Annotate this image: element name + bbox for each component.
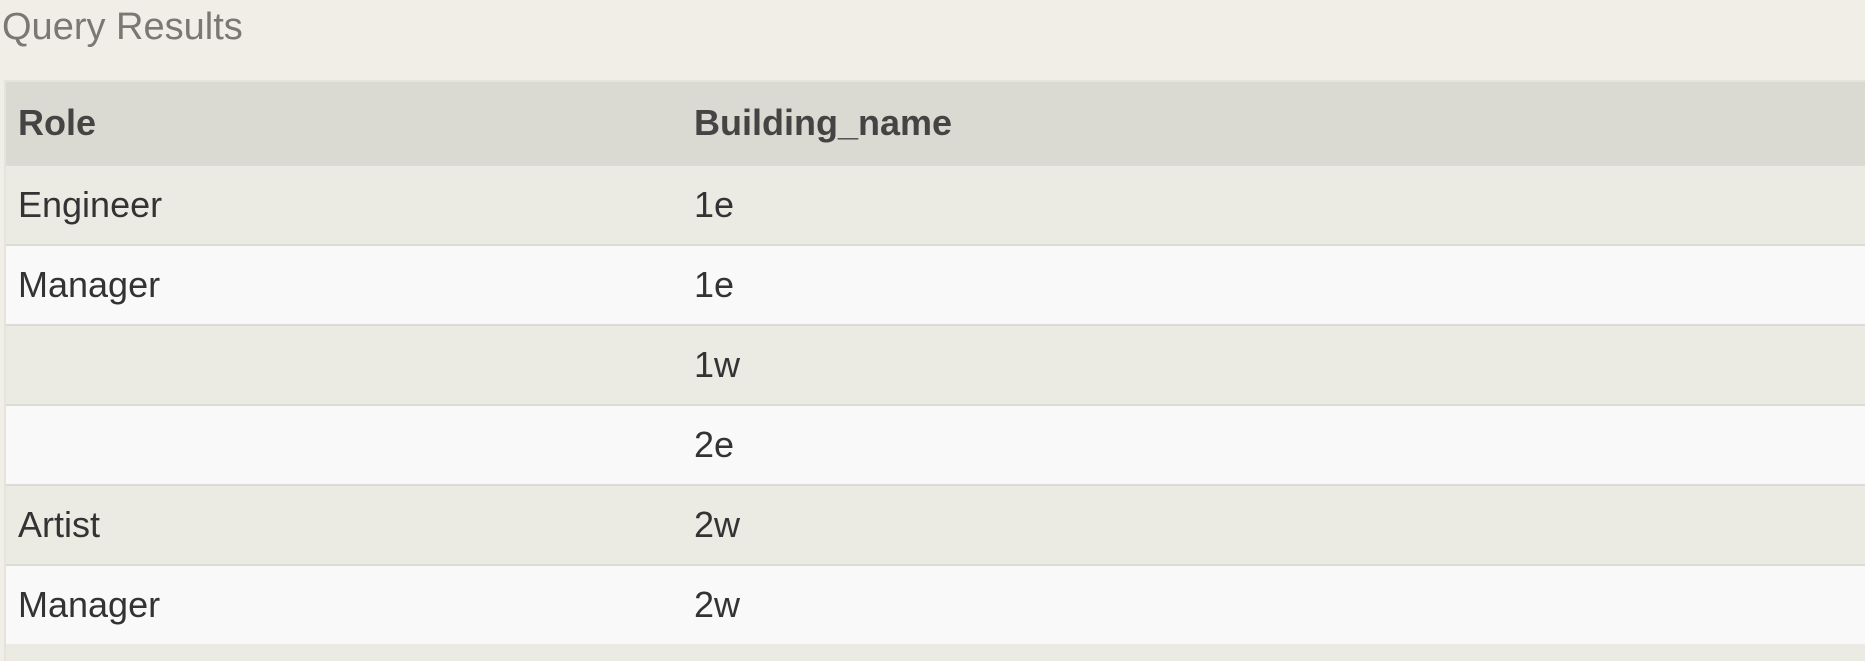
- table-row: Manager 1e: [6, 244, 1865, 325]
- cell-building-name: 1e: [682, 164, 1865, 245]
- results-table: Role Building_name Engineer 1e Manager 1…: [6, 82, 1865, 644]
- cell-building-name: 2w: [682, 564, 1865, 644]
- table-row: Engineer 1e: [6, 164, 1865, 245]
- cell-building-name: 2w: [682, 484, 1865, 565]
- cell-role: [6, 324, 682, 405]
- page-title: Query Results: [2, 6, 243, 48]
- table-row: 1w: [6, 324, 1865, 405]
- table-row: Manager 2w: [6, 564, 1865, 644]
- table-row: Artist 2w: [6, 484, 1865, 565]
- cell-building-name: 1w: [682, 324, 1865, 405]
- table-row: 2e: [6, 404, 1865, 485]
- cell-role: [6, 404, 682, 485]
- cell-role: Engineer: [6, 164, 682, 245]
- column-header-role: Role: [6, 82, 682, 165]
- column-header-building-name: Building_name: [682, 82, 1865, 165]
- cell-building-name: 2e: [682, 404, 1865, 485]
- cell-role: Manager: [6, 244, 682, 325]
- cell-role: Manager: [6, 564, 682, 644]
- cell-building-name: 1e: [682, 244, 1865, 325]
- table-header-row: Role Building_name: [6, 82, 1865, 165]
- cell-role: Artist: [6, 484, 682, 565]
- results-table-container: Role Building_name Engineer 1e Manager 1…: [4, 80, 1865, 661]
